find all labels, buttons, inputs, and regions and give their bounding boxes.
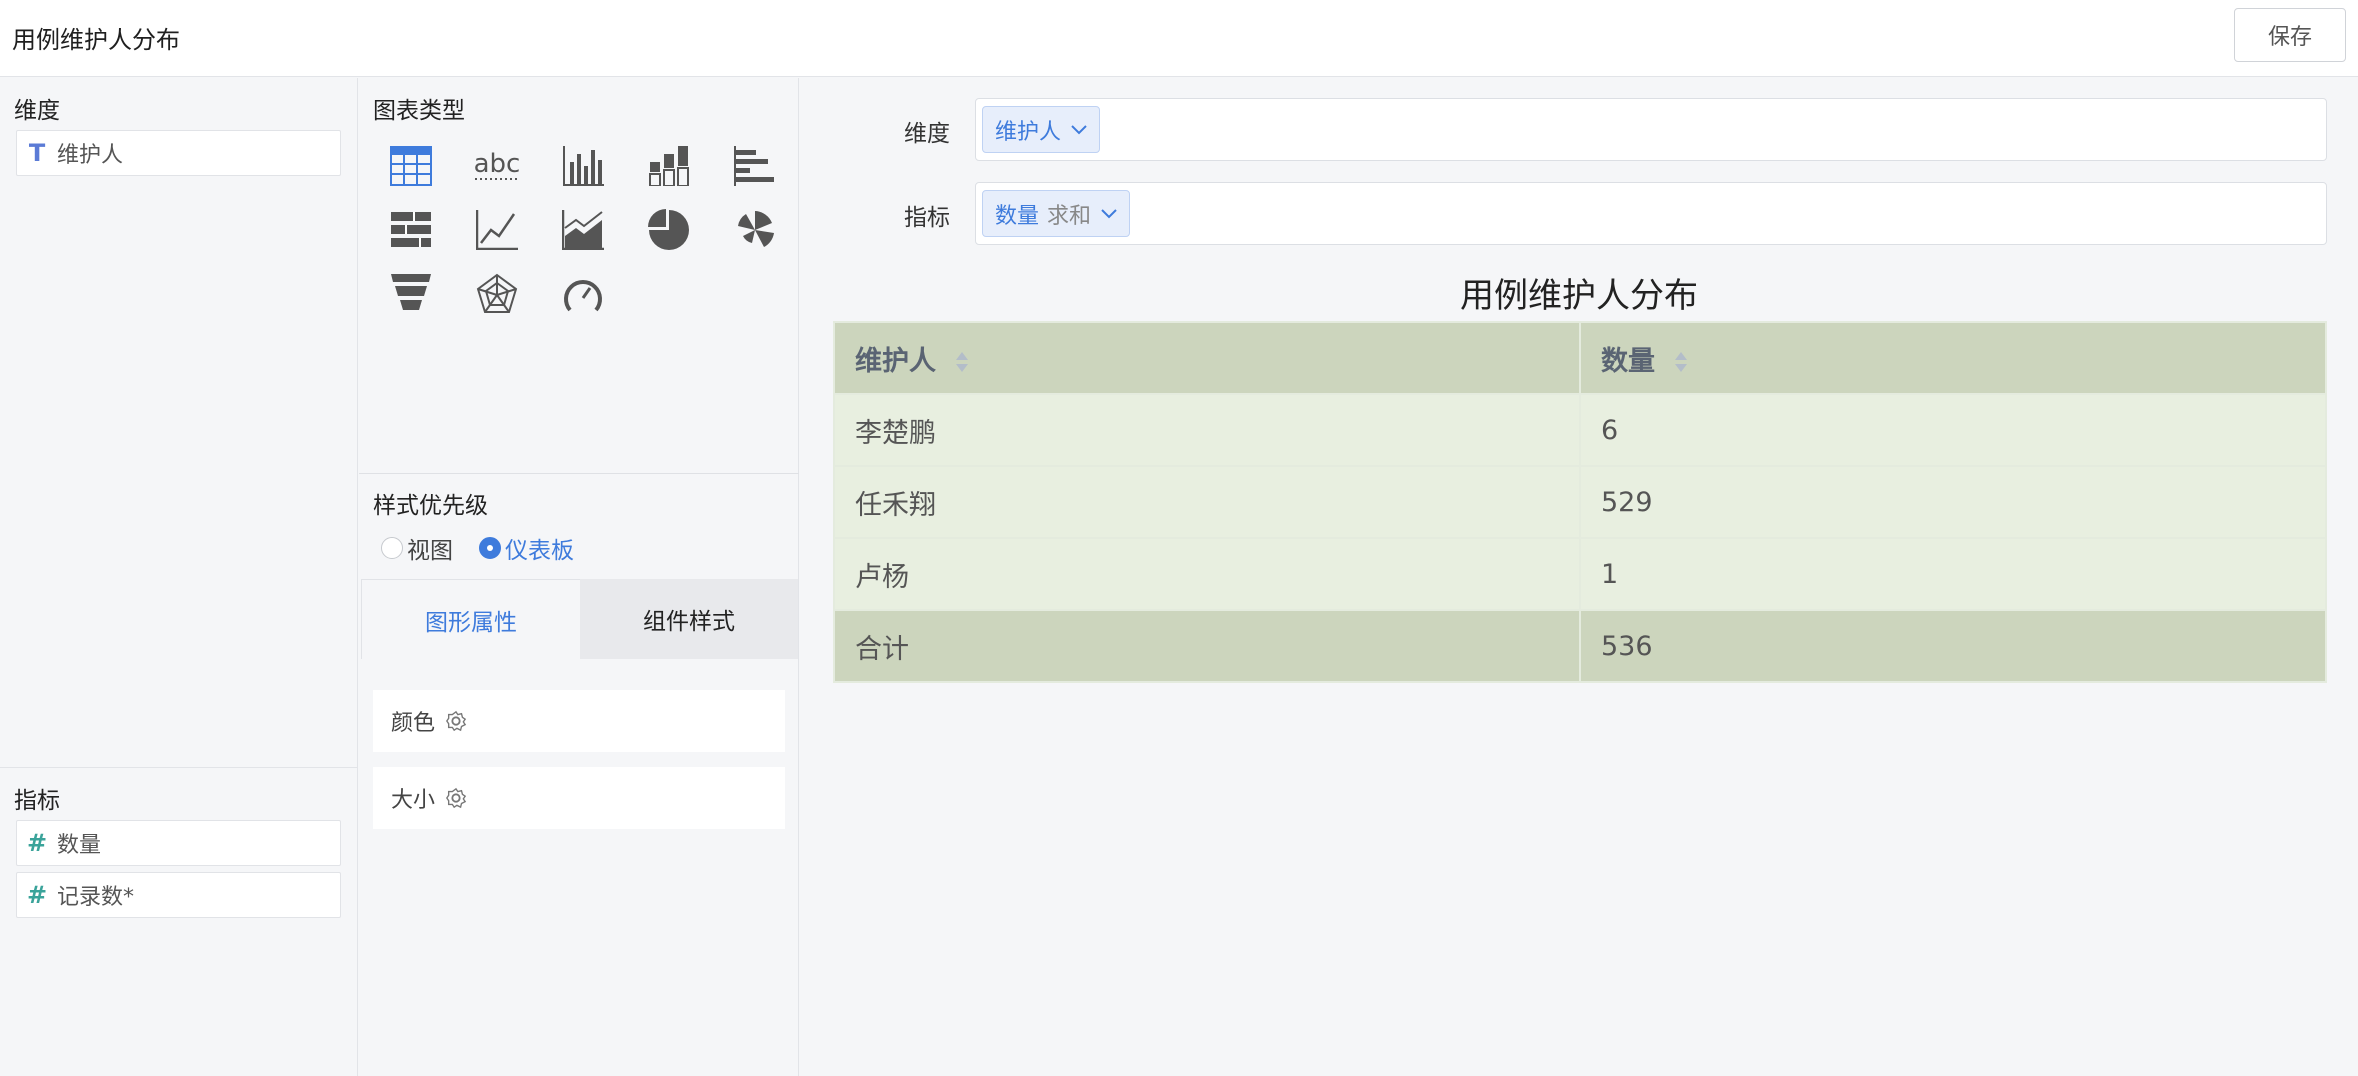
field-dimension-maintainer[interactable]: T 维护人 <box>16 130 341 176</box>
table-row: 卢杨 1 <box>833 537 2327 611</box>
number-type-icon: # <box>26 829 48 857</box>
metric-drop-zone[interactable]: 数量 求和 <box>975 182 2327 245</box>
area-chart-icon[interactable] <box>557 204 609 256</box>
table-total-row: 合计 536 <box>833 609 2327 683</box>
radio-view-label[interactable]: 视图 <box>407 531 453 565</box>
table-row: 任禾翔 529 <box>833 465 2327 539</box>
tab-graphic-properties[interactable]: 图形属性 <box>361 579 580 659</box>
color-property[interactable]: 颜色 <box>373 690 785 752</box>
section-divider <box>359 473 799 474</box>
field-metric-record-count[interactable]: # 记录数* <box>16 872 341 918</box>
dimension-row-label: 维度 <box>904 121 950 147</box>
metric-pill-label: 数量 <box>995 203 1040 229</box>
panel-divider <box>0 767 358 768</box>
text-type-icon: T <box>28 139 46 167</box>
number-type-icon: # <box>26 881 48 909</box>
field-label: 维护人 <box>57 143 124 168</box>
dimension-drop-zone[interactable]: 维护人 <box>975 98 2327 161</box>
dimensions-title: 维度 <box>14 98 60 124</box>
text-icon[interactable]: abc <box>471 140 523 192</box>
radio-dashboard-label[interactable]: 仪表板 <box>505 531 574 565</box>
color-property-label: 颜色 <box>391 711 436 736</box>
bar-chart-icon[interactable] <box>557 140 609 192</box>
table-cell: 卢杨 <box>833 537 1581 611</box>
dimension-pill[interactable]: 维护人 <box>982 106 1101 153</box>
total-value: 536 <box>1579 609 2327 683</box>
gear-icon[interactable] <box>445 787 467 809</box>
radio-view[interactable] <box>381 537 403 559</box>
field-label: 记录数* <box>57 885 135 910</box>
style-priority-title: 样式优先级 <box>373 493 488 519</box>
chevron-down-icon <box>1101 208 1117 218</box>
metric-row-label: 指标 <box>904 205 950 231</box>
table-title: 用例维护人分布 <box>1460 276 1698 316</box>
gear-icon[interactable] <box>445 710 467 732</box>
metric-aggregation: 求和 <box>1047 203 1092 229</box>
funnel-icon[interactable] <box>385 268 437 320</box>
gauge-icon[interactable] <box>557 268 609 320</box>
radio-dashboard[interactable] <box>479 537 501 559</box>
sort-icon[interactable] <box>1674 351 1688 373</box>
column-header-maintainer[interactable]: 维护人 <box>833 321 1581 395</box>
fields-panel: 维度 T 维护人 指标 # 数量 # 记录数* <box>0 78 358 1076</box>
table-cell: 1 <box>1579 537 2327 611</box>
metric-pill[interactable]: 数量 求和 <box>982 190 1131 237</box>
metrics-title: 指标 <box>14 788 60 814</box>
sort-icon[interactable] <box>955 351 969 373</box>
tab-component-style[interactable]: 组件样式 <box>580 579 798 659</box>
field-metric-count[interactable]: # 数量 <box>16 820 341 866</box>
main-area: 维度 维护人 指标 数量 求和 用例维护人分布 维护人 数量 李楚鹏 6 任禾翔… <box>800 78 2358 1076</box>
radar-icon[interactable] <box>471 268 523 320</box>
table-header-row: 维护人 数量 <box>833 321 2327 395</box>
rose-chart-icon[interactable] <box>729 204 781 256</box>
data-table: 维护人 数量 李楚鹏 6 任禾翔 529 卢杨 1 合计 536 <box>833 321 2327 683</box>
table-row: 李楚鹏 6 <box>833 393 2327 467</box>
size-property[interactable]: 大小 <box>373 767 785 829</box>
table-cell: 529 <box>1579 465 2327 539</box>
stacked-bar-icon[interactable] <box>643 140 695 192</box>
stacked-horizontal-bar-icon[interactable] <box>385 204 437 256</box>
top-bar: 用例维护人分布 保存 <box>0 0 2358 77</box>
table-cell: 6 <box>1579 393 2327 467</box>
chevron-down-icon <box>1071 124 1087 134</box>
page-title: 用例维护人分布 <box>12 26 180 54</box>
table-cell: 任禾翔 <box>833 465 1581 539</box>
size-property-label: 大小 <box>391 788 436 813</box>
pie-chart-icon[interactable] <box>643 204 695 256</box>
line-chart-icon[interactable] <box>471 204 523 256</box>
table-cell: 李楚鹏 <box>833 393 1581 467</box>
style-priority-radio-group: 视图 仪表板 <box>381 531 600 565</box>
total-label: 合计 <box>833 609 1581 683</box>
property-tabs: 图形属性 组件样式 <box>361 579 798 659</box>
chart-config-panel: 图表类型 abc 样式优先级 视图 仪表板 图形属性 组件样式 颜色 大小 <box>359 78 799 1076</box>
save-button[interactable]: 保存 <box>2234 8 2346 62</box>
chart-types-title: 图表类型 <box>373 98 465 124</box>
horizontal-bar-icon[interactable] <box>729 140 781 192</box>
table-icon[interactable] <box>385 140 437 192</box>
dimension-pill-label: 维护人 <box>995 119 1062 145</box>
field-label: 数量 <box>57 833 102 858</box>
column-header-count[interactable]: 数量 <box>1579 321 2327 395</box>
